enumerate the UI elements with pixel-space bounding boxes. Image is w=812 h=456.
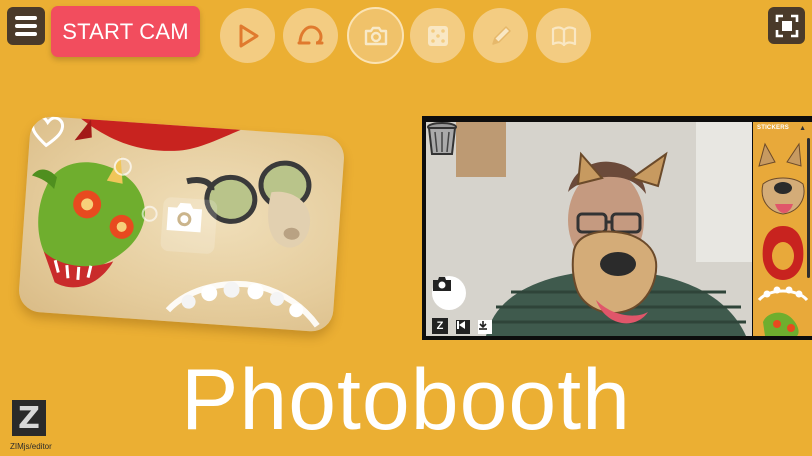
loop-icon [297,24,323,44]
fullscreen-button[interactable] [768,7,805,44]
zim-logo[interactable]: Z [12,400,46,436]
card-camera-icon [160,196,218,255]
trash-icon [427,122,457,155]
preview-z-logo: Z [432,318,448,334]
pencil-icon [491,25,511,45]
book-button[interactable] [536,8,591,63]
fullscreen-icon [775,14,798,37]
edit-button[interactable] [473,8,528,63]
stickers-scrollbar[interactable] [807,138,810,278]
zim-editor-link[interactable]: ZIMjs/editor [10,442,52,451]
page-title: Photobooth [181,352,631,448]
play-icon [239,24,258,47]
dice-icon [427,25,448,46]
menu-button[interactable] [7,7,45,45]
menu-line [15,16,37,20]
webcam-view: Z [426,122,752,336]
dice-button[interactable] [410,8,465,63]
loop-button[interactable] [283,8,338,63]
photobooth-promo-card [17,115,346,333]
webcam-scene [426,122,752,336]
download-icon [478,320,492,334]
menu-line [15,32,37,36]
preview-camera-icon [432,276,466,310]
book-icon [551,26,576,46]
heart-icon [31,115,65,148]
camera-icon [364,26,387,45]
camera-button[interactable] [347,7,404,64]
play-button[interactable] [220,8,275,63]
skip-back-icon [456,320,470,334]
menu-line [15,24,37,28]
stickers-panel: STICKERS ▲ [753,122,812,336]
sticker-list [757,142,809,336]
start-cam-button[interactable]: START CAM [51,6,200,57]
app-preview: Z STICKERS ▲ [422,116,812,340]
